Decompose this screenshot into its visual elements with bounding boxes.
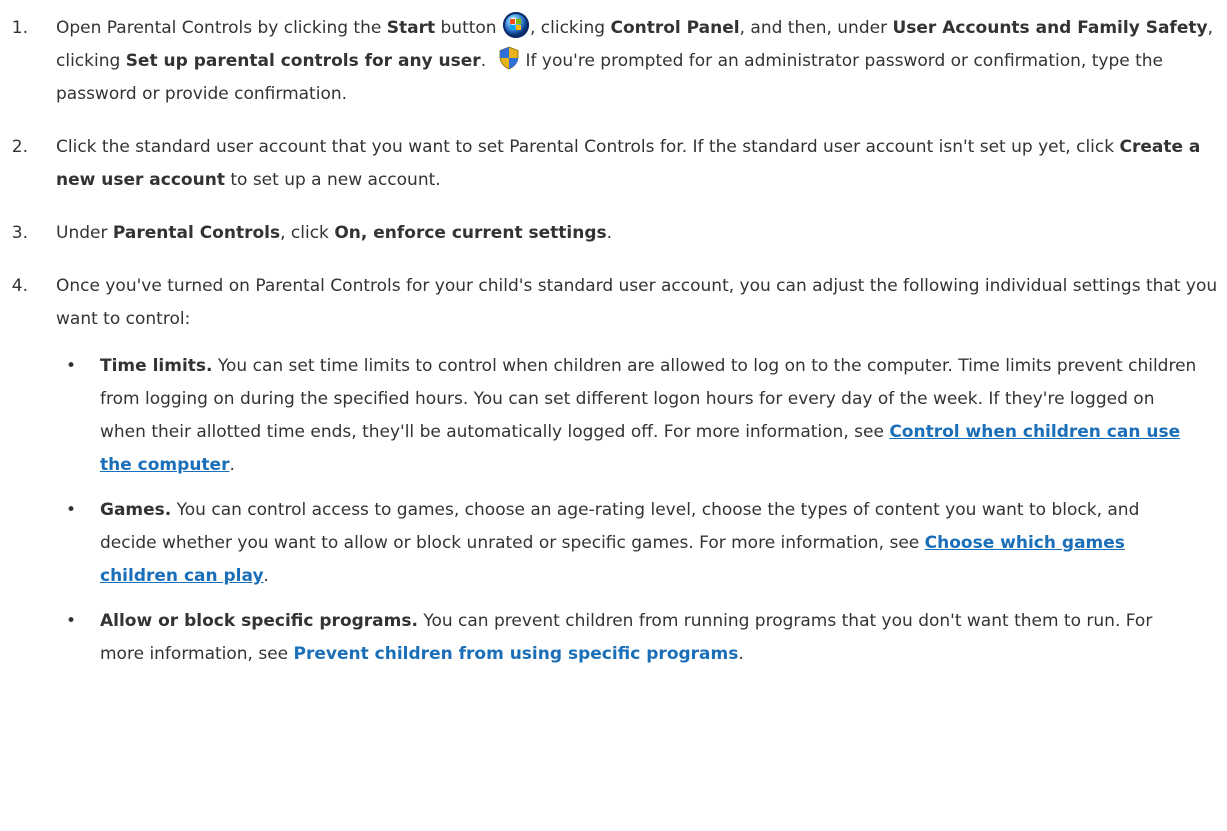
step-1: 1. Open Parental Controls by clicking th… — [0, 12, 1221, 111]
step-text: . — [606, 223, 613, 243]
bullet-end: . — [263, 566, 269, 586]
enforce-settings-label: On, enforce current settings — [334, 223, 607, 243]
bullet-end: . — [229, 455, 235, 475]
bullet-time-limits: • Time limits. You can set time limits t… — [56, 350, 1198, 482]
bullet-title: Time limits. — [100, 356, 213, 376]
steps-list: 1. Open Parental Controls by clicking th… — [0, 0, 1227, 671]
control-panel-label: Control Panel — [610, 18, 740, 38]
bullet-end: . — [738, 644, 744, 664]
step-3: 3. Under Parental Controls, click On, en… — [0, 217, 1221, 250]
bullet-games: • Games. You can control access to games… — [56, 494, 1198, 593]
settings-list: • Time limits. You can set time limits t… — [56, 350, 1221, 671]
step-text: . — [480, 51, 492, 71]
step-4: 4. Once you've turned on Parental Contro… — [0, 270, 1221, 671]
uac-shield-icon — [499, 46, 518, 70]
step-2: 2. Click the standard user account that … — [0, 131, 1221, 197]
step-text: Open Parental Controls by clicking the — [56, 18, 387, 38]
bullet-dot: • — [65, 356, 77, 376]
step-text: button — [435, 18, 502, 38]
step-text: , clicking — [529, 18, 611, 38]
parental-controls-label: Parental Controls — [112, 223, 281, 243]
bullet-title: Allow or block specific programs. — [100, 611, 418, 631]
step-number: 2. — [11, 137, 28, 157]
step-text: Once you've turned on Parental Controls … — [56, 276, 1218, 329]
start-label: Start — [386, 18, 436, 38]
step-text: Click the standard user account that you… — [56, 137, 1120, 157]
windows-start-orb-icon — [502, 12, 529, 38]
user-accounts-label: User Accounts and Family Safety — [892, 18, 1208, 38]
bullet-dot: • — [65, 611, 77, 631]
step-text: to set up a new account. — [224, 170, 441, 190]
bullet-dot: • — [65, 500, 77, 520]
step-number: 1. — [11, 18, 28, 38]
bullet-title: Games. — [100, 500, 172, 520]
step-number: 3. — [11, 223, 28, 243]
bullet-programs: • Allow or block specific programs. You … — [56, 605, 1198, 671]
step-text: , click — [280, 223, 335, 243]
set-up-parental-controls-label: Set up parental controls for any user — [125, 51, 481, 71]
link-prevent-specific-programs[interactable]: Prevent children from using specific pro… — [294, 644, 739, 664]
help-article: 1. Open Parental Controls by clicking th… — [0, 0, 1227, 831]
step-text: Under — [56, 223, 113, 243]
step-number: 4. — [11, 276, 28, 296]
step-text: , and then, under — [739, 18, 893, 38]
